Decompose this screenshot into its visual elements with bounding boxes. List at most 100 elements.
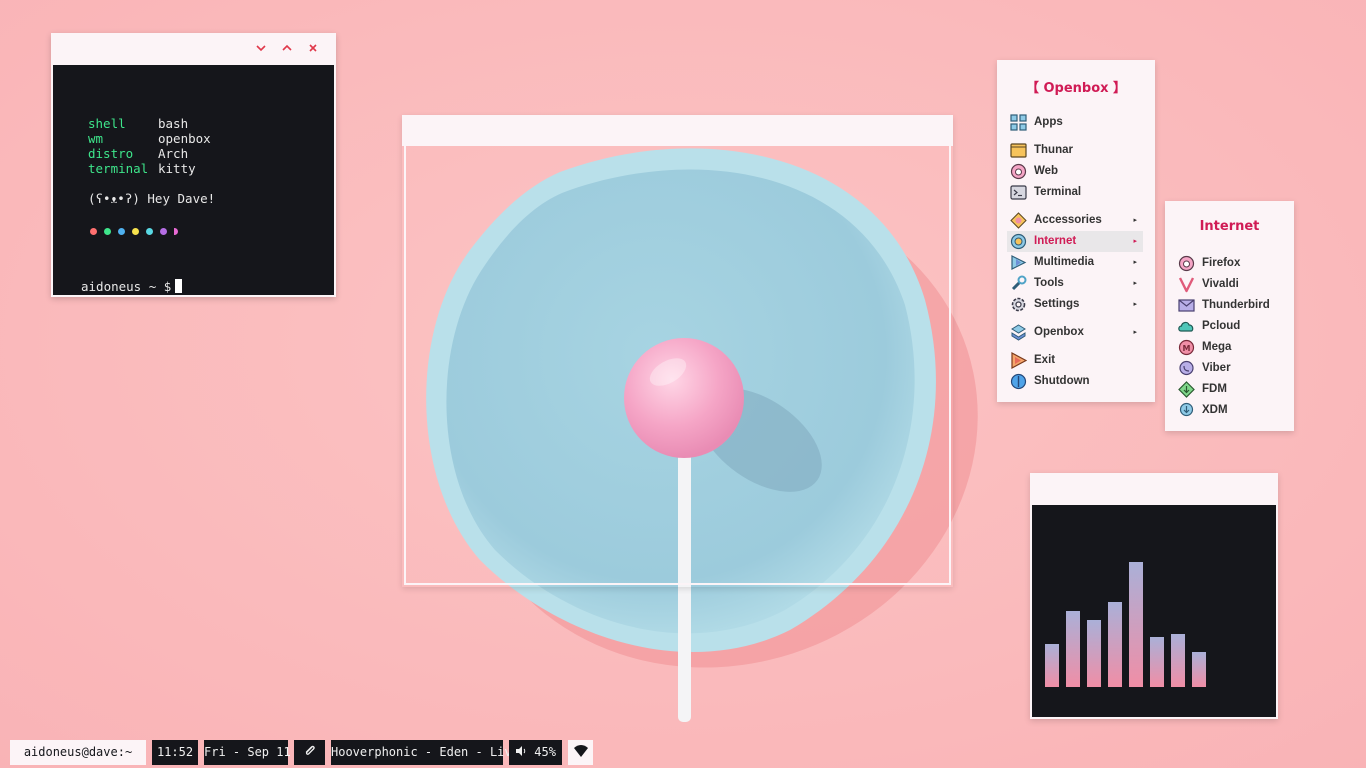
menu-item-exit[interactable]: Exit (1007, 350, 1143, 371)
mail-icon (1178, 299, 1195, 312)
greeting-text: (ʕ•ᴥ•ʔ) Hey Dave! (88, 191, 216, 206)
terminal-output[interactable]: shell bash wm openbox distro Arch terminal k… (53, 65, 334, 295)
menu-label: Accessories (1034, 214, 1102, 226)
gear-icon (1011, 297, 1026, 312)
menu-label: Firefox (1202, 257, 1241, 269)
svg-text:M: M (1183, 344, 1191, 353)
fetch-row: distro Arch (88, 146, 188, 161)
menu-item-settings[interactable]: Settings ▸ (1007, 294, 1143, 315)
menu-item-apps[interactable]: Apps (1007, 112, 1143, 133)
color-dot (104, 228, 111, 235)
menu-label: Web (1034, 165, 1059, 177)
exit-icon (1011, 352, 1027, 369)
multimedia-icon (1011, 255, 1027, 270)
menu-item-tools[interactable]: Tools ▸ (1007, 273, 1143, 294)
menu-label: Viber (1202, 362, 1231, 374)
now-playing[interactable]: Hooverphonic - Eden - Live (331, 740, 519, 765)
fetch-row: terminal kitty (88, 161, 196, 176)
shell-prompt[interactable]: aidoneus ~ $ (81, 279, 183, 294)
fetch-value: kitty (158, 161, 196, 176)
menu-item-viber[interactable]: Viber (1175, 358, 1285, 379)
visualizer-bar (1066, 611, 1080, 687)
color-dot (160, 228, 167, 235)
color-dot (118, 228, 125, 235)
menu-label: Settings (1034, 298, 1080, 310)
menu-title: 【 Openbox 】 (1025, 81, 1127, 96)
cloud-icon (1178, 321, 1194, 332)
prompt-text: aidoneus ~ $ (81, 279, 172, 294)
visualizer-bar (1045, 644, 1059, 687)
menu-item-fdm[interactable]: FDM (1175, 379, 1285, 400)
menu-label: Thunar (1034, 144, 1073, 156)
terminal-titlebar[interactable] (51, 33, 336, 65)
menu-item-pcloud[interactable]: Pcloud (1175, 316, 1285, 337)
menu-label: Openbox (1034, 326, 1084, 338)
color-dot (174, 228, 178, 235)
firefox-icon (1178, 255, 1195, 272)
wifi-icon (573, 745, 588, 757)
chevron-up-icon[interactable] (278, 39, 296, 57)
menu-label: Apps (1034, 116, 1063, 128)
menu-item-openbox[interactable]: Openbox ▸ (1007, 322, 1143, 343)
menu-label: FDM (1202, 383, 1227, 395)
date: Fri - Sep 11 (204, 740, 291, 765)
submenu-arrow-icon: ▸ (1133, 328, 1137, 336)
image-viewer-window[interactable] (402, 115, 953, 587)
viewer-titlebar[interactable] (402, 115, 953, 146)
menu-label: Mega (1202, 341, 1232, 353)
chevron-down-icon[interactable] (252, 39, 270, 57)
wrench-icon (1011, 275, 1027, 291)
fetch-value: openbox (158, 131, 211, 146)
menu-item-vivaldi[interactable]: Vivaldi (1175, 274, 1285, 295)
wifi-status[interactable] (568, 740, 593, 765)
paperclip-icon (305, 745, 315, 755)
menu-item-thunderbird[interactable]: Thunderbird (1175, 295, 1285, 316)
folder-icon (1010, 143, 1027, 158)
menu-label: Terminal (1034, 186, 1082, 198)
close-icon[interactable] (304, 39, 322, 57)
menu-label: Shutdown (1034, 375, 1090, 387)
fetch-key: shell (88, 116, 126, 131)
fetch-key: wm (88, 131, 104, 146)
power-icon (1010, 373, 1027, 390)
menu-item-shutdown[interactable]: Shutdown (1007, 371, 1143, 392)
internet-submenu: Internet Firefox Vivaldi Thunderbird Pcl… (1165, 201, 1294, 431)
visualizer-bar (1087, 620, 1101, 687)
menu-item-terminal[interactable]: Terminal (1007, 182, 1143, 203)
viewer-content (404, 146, 951, 585)
accessories-icon (1010, 212, 1027, 229)
menu-item-mega[interactable]: M Mega (1175, 337, 1285, 358)
audio-visualizer-window[interactable] (1030, 473, 1278, 719)
terminal-window[interactable]: shell bash wm openbox distro Arch terminal k… (51, 33, 336, 297)
openbox-root-menu: 【 Openbox 】 Apps Thunar Web Terminal Acc… (997, 60, 1155, 402)
submenu-title: Internet (1199, 219, 1260, 234)
clipboard-button[interactable] (294, 740, 325, 765)
fetch-key: terminal (88, 161, 149, 176)
menu-label: Vivaldi (1202, 278, 1239, 290)
visualizer-bars (1032, 505, 1276, 717)
submenu-arrow-icon: ▸ (1133, 258, 1137, 266)
volume-control[interactable]: 45% (509, 740, 562, 765)
menu-label: Internet (1034, 235, 1077, 247)
menu-label: Thunderbird (1202, 299, 1270, 311)
color-dot (146, 228, 153, 235)
menu-item-firefox[interactable]: Firefox (1175, 253, 1285, 274)
internet-icon (1010, 233, 1027, 250)
menu-label: Exit (1034, 354, 1056, 366)
openbox-icon (1011, 324, 1026, 341)
fetch-key: distro (88, 146, 134, 161)
volume-level: 45% (534, 745, 556, 759)
menu-label: Tools (1034, 277, 1064, 289)
menu-item-web[interactable]: Web (1007, 161, 1143, 182)
menu-item-internet[interactable]: Internet ▸ (1007, 231, 1143, 252)
menu-item-accessories[interactable]: Accessories ▸ (1007, 210, 1143, 231)
apps-grid-icon (1010, 114, 1027, 131)
workspace-label[interactable]: aidoneus@dave:~ (10, 740, 146, 765)
fetch-row: wm openbox (88, 131, 211, 146)
menu-label: Pcloud (1202, 320, 1241, 332)
clock: 11:52 (152, 740, 198, 765)
menu-item-multimedia[interactable]: Multimedia ▸ (1007, 252, 1143, 273)
fetch-row: shell bash (88, 116, 188, 131)
menu-item-xdm[interactable]: XDM (1175, 400, 1285, 421)
menu-item-thunar[interactable]: Thunar (1007, 140, 1143, 161)
